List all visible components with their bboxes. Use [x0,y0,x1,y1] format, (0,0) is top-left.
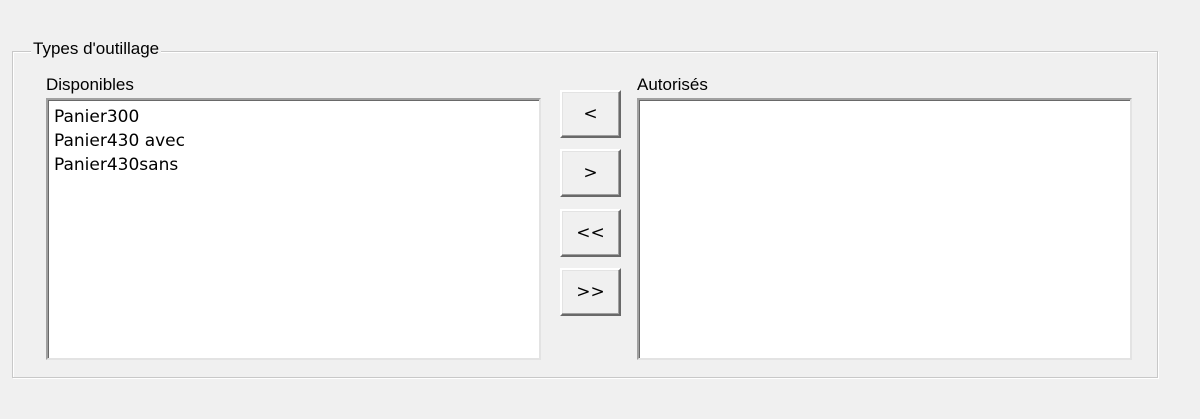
allowed-listbox[interactable] [637,98,1132,360]
list-item[interactable]: Panier430 avec [54,129,539,153]
allowed-list [639,100,1130,105]
available-label: Disponibles [46,75,134,94]
available-list: Panier300 Panier430 avec Panier430sans [48,100,539,177]
add-button[interactable]: > [560,149,621,197]
allowed-label: Autorisés [637,75,708,94]
add-all-button[interactable]: >> [560,268,621,316]
available-listbox[interactable]: Panier300 Panier430 avec Panier430sans [46,98,541,360]
list-item[interactable]: Panier430sans [54,153,539,177]
group-title: Types d'outillage [31,38,162,60]
remove-button[interactable]: < [560,90,621,138]
list-item[interactable]: Panier300 [54,105,539,129]
remove-all-button[interactable]: << [560,209,621,257]
tooling-types-panel: Types d'outillage Disponibles Autorisés … [0,0,1200,419]
